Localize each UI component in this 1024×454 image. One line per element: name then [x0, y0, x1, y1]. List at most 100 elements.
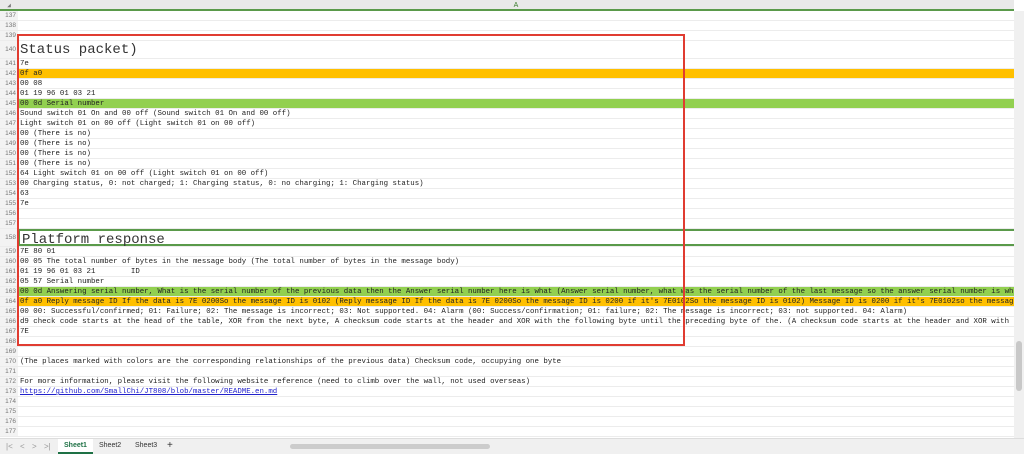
- cell[interactable]: 00 08: [18, 79, 1014, 88]
- row-number[interactable]: 168: [0, 337, 18, 346]
- cell[interactable]: [18, 21, 1014, 30]
- row-number[interactable]: 171: [0, 367, 18, 376]
- cell[interactable]: 05 57 Serial number: [18, 277, 1014, 286]
- cell[interactable]: 7e: [18, 59, 1014, 68]
- row-number[interactable]: 176: [0, 417, 18, 426]
- row-number[interactable]: 174: [0, 397, 18, 406]
- cell[interactable]: 01 19 96 01 03 21: [18, 89, 1014, 98]
- vertical-scrollbar[interactable]: [1014, 11, 1024, 438]
- cell[interactable]: [18, 407, 1014, 416]
- table-row: 163 00 0d Answering serial number, What i…: [0, 287, 1014, 297]
- row-number[interactable]: 149: [0, 139, 18, 148]
- row-number[interactable]: 142: [0, 69, 18, 78]
- row-number[interactable]: 148: [0, 129, 18, 138]
- row-number[interactable]: 173: [0, 387, 18, 396]
- row-number[interactable]: 155: [0, 199, 18, 208]
- row-number[interactable]: 167: [0, 327, 18, 336]
- cell[interactable]: Sound switch 01 On and 00 off (Sound swi…: [18, 109, 1014, 118]
- row-number[interactable]: 160: [0, 257, 18, 266]
- row-number[interactable]: 140: [0, 41, 18, 58]
- row-number[interactable]: 161: [0, 267, 18, 276]
- horizontal-scrollbar[interactable]: [290, 444, 490, 449]
- cell[interactable]: Status packet): [18, 41, 1014, 58]
- row-number[interactable]: 175: [0, 407, 18, 416]
- cell[interactable]: 7E: [18, 327, 1014, 336]
- cell[interactable]: Platform response: [18, 229, 1014, 246]
- row-number[interactable]: 164: [0, 297, 18, 306]
- table-row: 161 01 19 96 01 03 21 ID: [0, 267, 1014, 277]
- row-number[interactable]: 163: [0, 287, 18, 296]
- cell[interactable]: 63: [18, 189, 1014, 198]
- row-number[interactable]: 145: [0, 99, 18, 108]
- cell[interactable]: 0f a0 Reply message ID If the data is 7E…: [18, 297, 1014, 306]
- cell[interactable]: 0f a0: [18, 69, 1014, 78]
- last-sheet-button[interactable]: >|: [44, 442, 51, 451]
- cell[interactable]: 00 (There is no): [18, 129, 1014, 138]
- cell[interactable]: [18, 209, 1014, 218]
- cell[interactable]: 00 0d Answering serial number, What is t…: [18, 287, 1014, 296]
- row-number[interactable]: 138: [0, 21, 18, 30]
- cell[interactable]: 64 Light switch 01 on 00 off (Light swit…: [18, 169, 1014, 178]
- cell[interactable]: 00 05 The total number of bytes in the m…: [18, 257, 1014, 266]
- cell[interactable]: 01 19 96 01 03 21 ID: [18, 267, 1014, 276]
- row-number[interactable]: 153: [0, 179, 18, 188]
- table-row: 142 0f a0: [0, 69, 1014, 79]
- cell[interactable]: d9 check code starts at the head of the …: [18, 317, 1014, 326]
- cell[interactable]: [18, 347, 1014, 356]
- select-all-corner[interactable]: ◢: [0, 0, 18, 11]
- cell[interactable]: [18, 417, 1014, 426]
- row-number[interactable]: 144: [0, 89, 18, 98]
- spreadsheet-grid[interactable]: ◢ A 137 138 139 140 Status packet) 141 7e 142 0f…: [0, 0, 1014, 438]
- first-sheet-button[interactable]: |<: [6, 442, 13, 451]
- row-number[interactable]: 147: [0, 119, 18, 128]
- row-number[interactable]: 150: [0, 149, 18, 158]
- row-number[interactable]: 151: [0, 159, 18, 168]
- scroll-thumb[interactable]: [1016, 341, 1022, 391]
- row-number[interactable]: 177: [0, 427, 18, 436]
- row-number[interactable]: 166: [0, 317, 18, 326]
- cell[interactable]: 7e: [18, 199, 1014, 208]
- column-header-a[interactable]: A: [18, 0, 1014, 11]
- row-number[interactable]: 157: [0, 219, 18, 228]
- row-number[interactable]: 137: [0, 11, 18, 20]
- cell[interactable]: 00 (There is no): [18, 159, 1014, 168]
- cell[interactable]: [18, 397, 1014, 406]
- row-number[interactable]: 170: [0, 357, 18, 366]
- row-number[interactable]: 159: [0, 247, 18, 256]
- tab-sheet3[interactable]: Sheet3: [129, 439, 163, 454]
- row-number[interactable]: 172: [0, 377, 18, 386]
- row-number[interactable]: 154: [0, 189, 18, 198]
- prev-sheet-button[interactable]: <: [20, 442, 25, 451]
- cell[interactable]: 7E 80 01: [18, 247, 1014, 256]
- row-number[interactable]: 165: [0, 307, 18, 316]
- cell[interactable]: 00 (There is no): [18, 149, 1014, 158]
- row-number[interactable]: 143: [0, 79, 18, 88]
- cell[interactable]: [18, 427, 1014, 436]
- cell[interactable]: For more information, please visit the f…: [18, 377, 1014, 386]
- row-number[interactable]: 152: [0, 169, 18, 178]
- row-number[interactable]: 141: [0, 59, 18, 68]
- next-sheet-button[interactable]: >: [32, 442, 37, 451]
- cell[interactable]: [18, 337, 1014, 346]
- cell[interactable]: 00 00: Successful/confirmed; 01: Failure…: [18, 307, 1014, 316]
- table-row: 151 00 (There is no): [0, 159, 1014, 169]
- row-number[interactable]: 158: [0, 229, 18, 246]
- row-number[interactable]: 139: [0, 31, 18, 40]
- row-number[interactable]: 146: [0, 109, 18, 118]
- cell[interactable]: 00 Charging status, 0: not charged; 1: C…: [18, 179, 1014, 188]
- cell[interactable]: [18, 31, 1014, 40]
- cell[interactable]: (The places marked with colors are the c…: [18, 357, 1014, 366]
- hyperlink-cell[interactable]: https://github.com/SmallChi/JT808/blob/m…: [18, 387, 1014, 396]
- cell[interactable]: 00 0d Serial number: [18, 99, 1014, 108]
- cell[interactable]: [18, 219, 1014, 228]
- tab-sheet1[interactable]: Sheet1: [58, 439, 93, 454]
- tab-sheet2[interactable]: Sheet2: [93, 439, 127, 454]
- cell[interactable]: Light switch 01 on 00 off (Light switch …: [18, 119, 1014, 128]
- row-number[interactable]: 169: [0, 347, 18, 356]
- cell[interactable]: 00 (There is no): [18, 139, 1014, 148]
- cell[interactable]: [18, 367, 1014, 376]
- row-number[interactable]: 162: [0, 277, 18, 286]
- add-sheet-button[interactable]: +: [161, 439, 179, 454]
- row-number[interactable]: 156: [0, 209, 18, 218]
- cell[interactable]: [18, 11, 1014, 20]
